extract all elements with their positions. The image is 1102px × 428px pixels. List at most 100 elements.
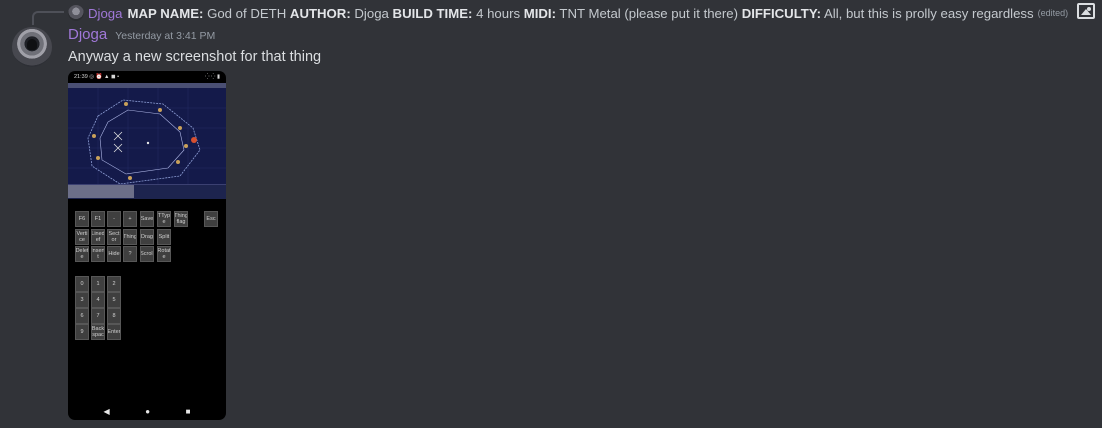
message-timestamp[interactable]: Yesterday at 3:41 PM (115, 30, 215, 42)
key-rotate[interactable]: Rotat e (157, 246, 171, 262)
key-8-label: 8 (112, 313, 116, 319)
key-hide-label: Hide (108, 251, 120, 257)
reply-avatar[interactable] (68, 5, 84, 21)
key-4[interactable]: 4 (91, 292, 105, 308)
key-rotate-label: Rotat e (157, 248, 171, 260)
key-8[interactable]: 8 (107, 308, 121, 324)
key-4-label: 4 (96, 297, 100, 303)
image-icon[interactable] (1077, 3, 1095, 19)
key-scroll[interactable]: Scroll (140, 246, 154, 262)
reply-label-map-name: MAP NAME: (127, 5, 204, 21)
map-info-box (68, 185, 134, 198)
key-0[interactable]: 0 (75, 276, 89, 292)
key-insert[interactable]: Insert t (91, 246, 105, 262)
key-f6-label: F6 (78, 216, 86, 222)
key-2[interactable]: 2 (107, 276, 121, 292)
reply-value-build-time: 4 hours (476, 5, 521, 21)
key-5-label: 5 (112, 297, 116, 303)
key-1-label: 1 (96, 281, 100, 287)
key-vertice[interactable]: Verti ce (75, 229, 89, 245)
key-6[interactable]: 6 (75, 308, 89, 324)
key-thing[interactable]: Thing (123, 229, 137, 245)
key-sector[interactable]: Sect or (107, 229, 121, 245)
key-split[interactable]: Split (157, 229, 171, 245)
nav-home-icon[interactable]: ● (145, 407, 150, 416)
key-delete[interactable]: Delet e (75, 246, 89, 262)
reply-connector (32, 11, 64, 25)
key-1[interactable]: 1 (91, 276, 105, 292)
key-enter[interactable]: Enter (107, 324, 121, 340)
key-7[interactable]: 7 (91, 308, 105, 324)
key-ttype-label: TTyp e (157, 213, 171, 225)
message-author[interactable]: Djoga (68, 26, 107, 43)
key-help-label: ? (128, 251, 132, 257)
phone-status-icons: ◎ ⏰ ▲ ◼ • (89, 74, 119, 80)
key-5[interactable]: 5 (107, 292, 121, 308)
key-help[interactable]: ? (123, 246, 137, 262)
key-f1[interactable]: F1 (91, 211, 105, 227)
key-esc-label: Esc (206, 216, 216, 222)
phone-status-left: 21:39 ◎ ⏰ ▲ ◼ • (74, 74, 119, 80)
reply-label-midi: MIDI: (523, 5, 556, 21)
key-7-label: 7 (96, 313, 100, 319)
key-minus[interactable]: - (107, 211, 121, 227)
map-editor-view (68, 83, 226, 199)
key-backspace[interactable]: Back spac (91, 324, 105, 340)
key-scroll-label: Scroll (140, 251, 154, 257)
reply-content[interactable]: MAP NAME: God of DETH AUTHOR: Djoga BUIL… (127, 6, 1033, 21)
key-drag[interactable]: Drag (140, 229, 154, 245)
phone-nav-bar: ◀ ● ■ (68, 402, 226, 420)
key-thing-label: Thing (123, 234, 137, 240)
key-9-label: 9 (80, 329, 84, 335)
phone-time: 21:39 (74, 74, 88, 80)
key-3[interactable]: 3 (75, 292, 89, 308)
reply-label-author: AUTHOR: (289, 5, 351, 21)
reply-label-build-time: BUILD TIME: (392, 5, 473, 21)
reply-value-map-name: God of DETH (207, 5, 287, 21)
key-2-label: 2 (112, 281, 116, 287)
key-backspace-label: Back spac (91, 326, 105, 338)
key-6-label: 6 (80, 313, 84, 319)
key-save-label: Save (140, 216, 154, 222)
key-esc[interactable]: Esc (204, 211, 218, 227)
key-thing-flag-label: Thing flag (174, 213, 188, 225)
reply-label-difficulty: DIFFICULTY: (741, 5, 822, 21)
key-hide[interactable]: Hide (107, 246, 121, 262)
phone-status-bar: 21:39 ◎ ⏰ ▲ ◼ • ⁛ ⁛ ▮ (68, 71, 226, 83)
message-header: Djoga Yesterday at 3:41 PM (68, 26, 215, 46)
reply-value-author: Djoga (354, 5, 389, 21)
virtual-keyboard: F6 F1 - + Save TTyp e Thing flag Esc Ver… (68, 199, 226, 399)
reply-value-midi: TNT Metal (please put it there) (559, 5, 739, 21)
key-f6[interactable]: F6 (75, 211, 89, 227)
key-f1-label: F1 (94, 216, 102, 222)
avatar[interactable] (12, 27, 52, 67)
key-0-label: 0 (80, 281, 84, 287)
key-vertice-label: Verti ce (76, 231, 88, 243)
nav-recents-icon[interactable]: ■ (186, 407, 191, 416)
key-insert-label: Insert t (91, 248, 105, 260)
key-save[interactable]: Save (140, 211, 154, 227)
message-text: Anyway a new screenshot for that thing (68, 49, 322, 65)
key-delete-label: Delet e (75, 248, 89, 260)
key-linedef[interactable]: Lined ef (91, 229, 105, 245)
nav-back-icon[interactable]: ◀ (104, 407, 110, 416)
key-enter-label: Enter (107, 329, 121, 335)
reply-preview[interactable]: Djoga MAP NAME: God of DETH AUTHOR: Djog… (68, 4, 1098, 22)
map-info-bar (68, 184, 226, 199)
key-thing-flag[interactable]: Thing flag (174, 211, 188, 227)
map-canvas (68, 88, 226, 186)
edited-label: (edited) (1037, 8, 1069, 18)
phone-status-right: ⁛ ⁛ ▮ (205, 74, 220, 80)
key-9[interactable]: 9 (75, 324, 89, 340)
key-drag-label: Drag (141, 234, 153, 240)
key-plus-label: + (128, 216, 132, 222)
key-linedef-label: Lined ef (91, 231, 105, 243)
key-ttype[interactable]: TTyp e (157, 211, 171, 227)
reply-author[interactable]: Djoga (88, 6, 122, 21)
attached-screenshot[interactable]: 21:39 ◎ ⏰ ▲ ◼ • ⁛ ⁛ ▮ F6 F1 - + Save TTy… (68, 71, 226, 420)
key-minus-label: - (113, 216, 115, 222)
key-3-label: 3 (80, 297, 84, 303)
key-plus[interactable]: + (123, 211, 137, 227)
reply-value-difficulty: All, but this is prolly easy regardless (823, 5, 1034, 21)
key-split-label: Split (158, 234, 170, 240)
